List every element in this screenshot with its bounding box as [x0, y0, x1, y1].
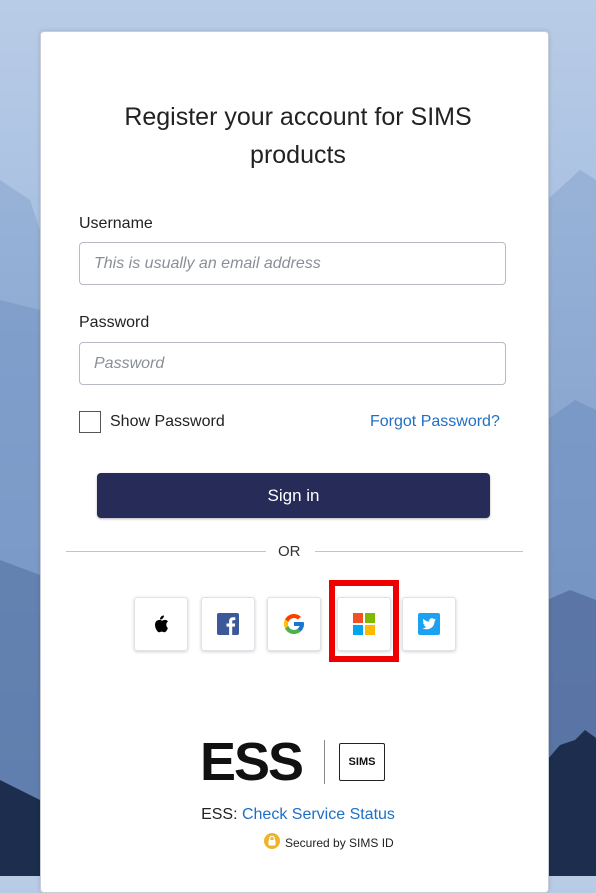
twitter-icon	[418, 613, 440, 635]
username-label: Username	[79, 215, 153, 232]
facebook-icon	[217, 613, 239, 635]
forgot-password-link[interactable]: Forgot Password?	[370, 413, 500, 431]
divider-left	[66, 551, 266, 552]
sims-logo: SIMS	[339, 743, 385, 781]
page-title: Register your account for SIMS products	[124, 103, 472, 169]
password-input[interactable]	[79, 342, 506, 385]
check-service-status-link[interactable]: Check Service Status	[242, 806, 395, 823]
twitter-signin-button[interactable]	[402, 597, 456, 651]
facebook-signin-button[interactable]	[201, 597, 255, 651]
service-status-line: ESS: Check Service Status	[0, 806, 596, 824]
microsoft-highlight-box	[329, 580, 399, 662]
apple-signin-button[interactable]	[134, 597, 188, 651]
secured-by-label: Secured by SIMS ID	[285, 836, 394, 850]
sign-in-button[interactable]: Sign in	[97, 473, 490, 518]
google-icon	[284, 614, 304, 634]
or-label: OR	[278, 543, 301, 560]
divider-right	[315, 551, 523, 552]
status-prefix: ESS:	[201, 806, 242, 823]
logo-separator	[324, 740, 325, 784]
show-password-checkbox[interactable]	[79, 411, 101, 433]
username-input[interactable]	[79, 242, 506, 285]
apple-icon	[155, 615, 168, 633]
google-signin-button[interactable]	[267, 597, 321, 651]
ess-logo: ESS	[200, 732, 304, 792]
show-password-label: Show Password	[110, 413, 225, 430]
lock-icon	[264, 833, 280, 849]
password-label: Password	[79, 314, 150, 331]
